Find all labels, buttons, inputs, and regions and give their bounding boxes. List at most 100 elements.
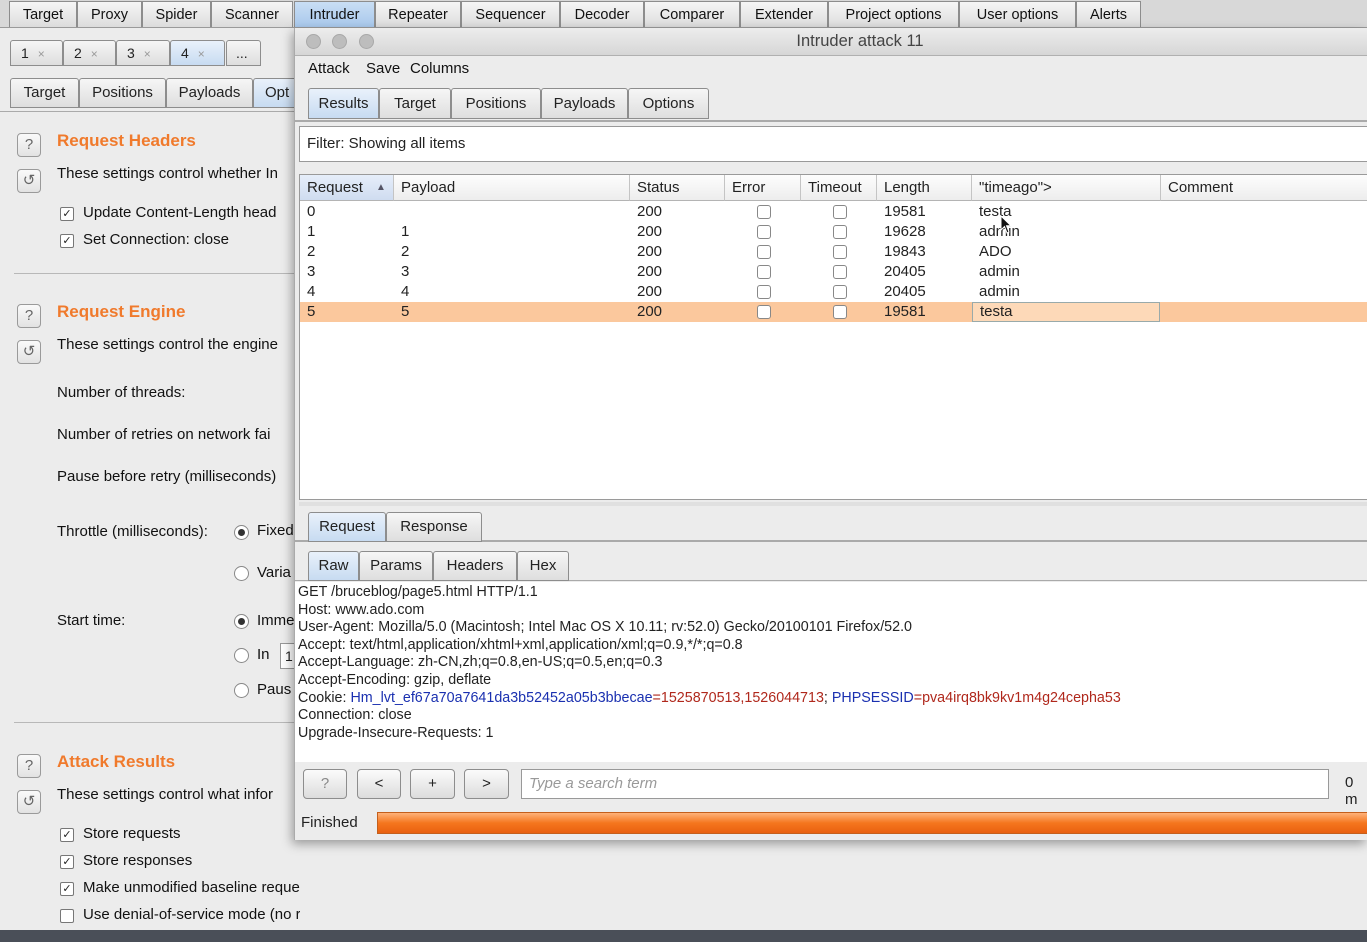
cell-length: 19581 bbox=[884, 303, 926, 320]
table-row[interactable]: 2 2 200 19843 ADO bbox=[300, 242, 1367, 262]
attack-number-tabs: 1 × 2 × 3 × 4 × ... bbox=[0, 28, 300, 72]
tab-comparer[interactable]: Comparer bbox=[644, 1, 740, 27]
previous-match-button[interactable]: < bbox=[357, 769, 401, 799]
throttle-variable-radio[interactable] bbox=[234, 566, 249, 581]
close-icon[interactable]: × bbox=[38, 47, 45, 61]
tab-params[interactable]: Params bbox=[359, 551, 433, 581]
column-header-request[interactable]: Request ▲ bbox=[300, 175, 394, 201]
store-requests-checkbox[interactable]: ✓ bbox=[60, 828, 74, 842]
tab-positions[interactable]: Positions bbox=[451, 88, 541, 119]
cell-status: 200 bbox=[637, 243, 663, 260]
tab-payloads[interactable]: Payloads bbox=[541, 88, 628, 119]
table-row[interactable]: 0 200 19581 testa bbox=[300, 202, 1367, 222]
new-tab-button[interactable]: ... bbox=[226, 40, 261, 66]
tab-sequencer[interactable]: Sequencer bbox=[461, 1, 560, 27]
split-pane-divider[interactable] bbox=[299, 502, 1367, 506]
number-tab-4[interactable]: 4 × bbox=[170, 40, 225, 66]
next-match-button[interactable]: > bbox=[464, 769, 509, 799]
help-icon[interactable]: ? bbox=[17, 133, 41, 157]
start-in-radio[interactable] bbox=[234, 648, 249, 663]
header-line: Connection: close bbox=[298, 707, 412, 724]
tab-request[interactable]: Request bbox=[308, 512, 386, 542]
add-button[interactable]: + bbox=[410, 769, 455, 799]
throttle-fixed-radio[interactable] bbox=[234, 525, 249, 540]
help-icon[interactable]: ? bbox=[17, 304, 41, 328]
divider bbox=[14, 722, 300, 723]
tab-response[interactable]: Response bbox=[386, 512, 482, 542]
table-row[interactable]: 3 3 200 20405 admin bbox=[300, 262, 1367, 282]
table-row-selected[interactable]: 5 5 200 19581 testa bbox=[300, 302, 1367, 322]
tab-alerts[interactable]: Alerts bbox=[1076, 1, 1141, 27]
tab-repeater[interactable]: Repeater bbox=[375, 1, 461, 27]
filter-bar[interactable]: Filter: Showing all items bbox=[299, 126, 1367, 162]
update-content-length-checkbox[interactable]: ✓ bbox=[60, 207, 74, 221]
tab-project-options[interactable]: Project options bbox=[828, 1, 959, 27]
menu-attack[interactable]: Attack bbox=[308, 60, 350, 77]
dos-mode-checkbox[interactable] bbox=[60, 909, 74, 923]
number-tab-3[interactable]: 3 × bbox=[116, 40, 170, 66]
pause-before-retry-label: Pause before retry (milliseconds) bbox=[57, 468, 277, 485]
column-header-error[interactable]: Error bbox=[725, 175, 801, 201]
attack-results-desc: These settings control what infor bbox=[57, 786, 273, 803]
tab-proxy[interactable]: Proxy bbox=[77, 1, 142, 27]
tab-target[interactable]: Target bbox=[9, 1, 77, 27]
cookie-value: 1525870513,1526044713 bbox=[660, 689, 824, 706]
cell-timeago-focused[interactable]: testa bbox=[972, 302, 1160, 322]
cell-payload: 5 bbox=[401, 303, 410, 320]
help-icon[interactable]: ? bbox=[17, 754, 41, 778]
number-tab-1[interactable]: 1 × bbox=[10, 40, 63, 66]
restore-defaults-icon[interactable]: ↺ bbox=[17, 790, 41, 814]
title-bar: Intruder attack 11 bbox=[295, 28, 1367, 56]
dos-mode-label: Use denial-of-service mode (no results) bbox=[83, 906, 300, 923]
tab-raw[interactable]: Raw bbox=[308, 551, 359, 581]
tab-user-options[interactable]: User options bbox=[959, 1, 1076, 27]
cell-request: 0 bbox=[307, 203, 316, 220]
close-icon[interactable]: × bbox=[91, 47, 98, 61]
tab-hex[interactable]: Hex bbox=[517, 551, 569, 581]
throttle-label: Throttle (milliseconds): bbox=[57, 523, 208, 540]
table-row[interactable]: 4 4 200 20405 admin bbox=[300, 282, 1367, 302]
subtab-positions[interactable]: Positions bbox=[79, 78, 166, 108]
number-tab-2[interactable]: 2 × bbox=[63, 40, 116, 66]
start-paused-radio[interactable] bbox=[234, 683, 249, 698]
tab-options[interactable]: Options bbox=[628, 88, 709, 119]
menu-columns[interactable]: Columns bbox=[410, 60, 469, 77]
tab-results[interactable]: Results bbox=[308, 88, 379, 119]
tab-headers[interactable]: Headers bbox=[433, 551, 517, 581]
timeout-checkbox bbox=[833, 225, 847, 239]
cell-length: 20405 bbox=[884, 283, 926, 300]
column-header-length[interactable]: Length bbox=[877, 175, 972, 201]
column-header-payload[interactable]: Payload bbox=[394, 175, 630, 201]
search-input[interactable]: Type a search term bbox=[521, 769, 1329, 799]
dock bbox=[0, 930, 1367, 942]
tab-target[interactable]: Target bbox=[379, 88, 451, 119]
tab-scanner[interactable]: Scanner bbox=[211, 1, 293, 27]
baseline-request-checkbox[interactable]: ✓ bbox=[60, 882, 74, 896]
column-header-timeout[interactable]: Timeout bbox=[801, 175, 877, 201]
subtab-target[interactable]: Target bbox=[10, 78, 79, 108]
close-icon[interactable]: × bbox=[144, 47, 151, 61]
store-responses-checkbox[interactable]: ✓ bbox=[60, 855, 74, 869]
tab-intruder[interactable]: Intruder bbox=[294, 1, 375, 27]
set-connection-close-checkbox[interactable]: ✓ bbox=[60, 234, 74, 248]
tab-extender[interactable]: Extender bbox=[740, 1, 828, 27]
restore-defaults-icon[interactable]: ↺ bbox=[17, 169, 41, 193]
start-immediately-radio[interactable] bbox=[234, 614, 249, 629]
request-engine-desc: These settings control the engine bbox=[57, 336, 278, 353]
main-tab-bar: Target Proxy Spider Scanner Intruder Rep… bbox=[0, 0, 1367, 28]
close-icon[interactable]: × bbox=[198, 47, 205, 61]
column-header-comment[interactable]: Comment bbox=[1161, 175, 1367, 201]
error-checkbox bbox=[757, 285, 771, 299]
restore-defaults-icon[interactable]: ↺ bbox=[17, 340, 41, 364]
raw-request-editor[interactable]: GET /bruceblog/page5.html HTTP/1.1 Host:… bbox=[295, 582, 1367, 762]
column-header-timeago[interactable]: "timeago"> bbox=[972, 175, 1161, 201]
column-header-status[interactable]: Status bbox=[630, 175, 725, 201]
table-row[interactable]: 1 1 200 19628 admin bbox=[300, 222, 1367, 242]
menu-save[interactable]: Save bbox=[366, 60, 400, 77]
cell-request: 1 bbox=[307, 223, 316, 240]
request-headers-desc: These settings control whether In bbox=[57, 165, 278, 182]
help-button[interactable]: ? bbox=[303, 769, 347, 799]
tab-decoder[interactable]: Decoder bbox=[560, 1, 644, 27]
tab-spider[interactable]: Spider bbox=[142, 1, 211, 27]
subtab-payloads[interactable]: Payloads bbox=[166, 78, 253, 108]
